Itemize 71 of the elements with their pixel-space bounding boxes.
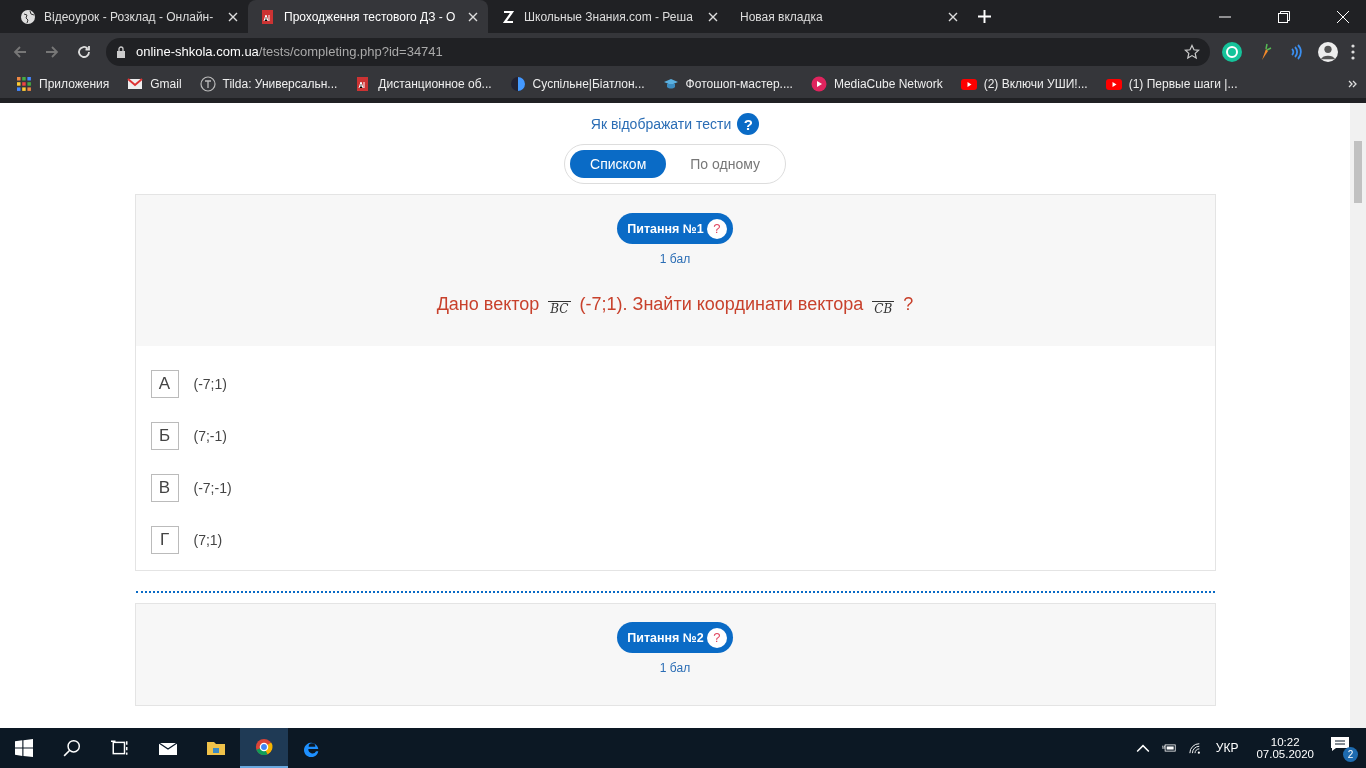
browser-tab[interactable]: Новая вкладка (728, 0, 968, 33)
view-mode-tab[interactable]: Списком (570, 150, 667, 178)
answer-text: (-7;1) (193, 376, 227, 392)
display-mode-label: Як відображати тести (590, 116, 732, 132)
question-text: Дано вектор $_{BC}$ (-7;1). Знайти координати вектора $_{CB}$ ? (436, 294, 914, 316)
reload-icon[interactable] (76, 43, 92, 60)
clock[interactable]: 10:22 07.05.2020 (1256, 736, 1314, 760)
answer-text: (7;-1) (193, 428, 227, 444)
question-number: Питання №2 (627, 630, 704, 645)
bookmark[interactable]: Фотошоп-мастер.... (662, 76, 793, 92)
chevron-up-icon[interactable] (1135, 742, 1150, 754)
play-icon (1105, 76, 1122, 92)
avatar-icon[interactable] (1318, 41, 1338, 62)
tab-title: Проходження тестового ДЗ - О (284, 9, 457, 24)
notification-count: 2 (1343, 747, 1358, 762)
question-number: Питання №1 (627, 221, 704, 236)
browser-tab[interactable]: Проходження тестового ДЗ - О (248, 0, 488, 33)
close-icon[interactable] (708, 11, 718, 22)
points-label: 1 бал (659, 661, 691, 675)
tab-title: Відеоурок - Розклад - Онлайн- (44, 9, 215, 24)
help-button[interactable]: ? (737, 113, 760, 135)
scrollbar[interactable] (1350, 103, 1366, 728)
letter-t-circle-icon (199, 76, 216, 92)
play-icon (960, 76, 977, 92)
new-tab-icon[interactable] (978, 10, 991, 23)
tab-title: Новая вкладка (740, 9, 824, 24)
half-circle-icon (509, 76, 526, 92)
bookmark[interactable]: Суспільне|Біатлон... (509, 76, 645, 92)
close-icon[interactable] (468, 11, 478, 22)
answer-text: (-7;-1) (193, 480, 232, 496)
close-window-icon[interactable] (1337, 10, 1349, 23)
battery-icon[interactable] (1161, 742, 1176, 754)
close-icon[interactable] (948, 11, 958, 22)
letter-z-icon (500, 8, 516, 25)
bookmark[interactable]: Gmail (127, 76, 182, 92)
tab-title: Школьные Знания.com - Реша (524, 9, 694, 24)
language-indicator[interactable]: УКР (1215, 741, 1239, 755)
star-icon[interactable] (1184, 43, 1200, 60)
answer-text: (7;1) (193, 532, 223, 548)
help-button[interactable]: ? (706, 627, 727, 648)
play-circle-icon (810, 76, 827, 92)
lock-icon (116, 45, 126, 58)
answer-option[interactable]: Г (150, 526, 179, 554)
browser-tab[interactable]: Школьные Знания.com - Реша (488, 0, 728, 33)
bookmark[interactable]: Tilda: Универсальн... (199, 76, 338, 92)
restore-icon[interactable] (1278, 10, 1290, 23)
browser-tab[interactable]: Відеоурок - Розклад - Онлайн- (8, 0, 248, 33)
bookmark[interactable]: MediaCube Network (810, 76, 943, 92)
forward-icon[interactable] (44, 43, 60, 60)
bookmark[interactable]: Дистанционное об... (355, 76, 492, 92)
address-field[interactable]: online-shkola.com.ua/tests/completing.php?id=34741 (106, 37, 1210, 66)
bookmark[interactable]: (2) Включи УШИ!... (960, 76, 1088, 92)
points-label: 1 бал (659, 252, 691, 266)
help-button[interactable]: ? (706, 218, 727, 239)
close-icon[interactable] (228, 11, 238, 22)
answer-option[interactable]: Б (150, 422, 179, 450)
envelope-icon (127, 76, 144, 92)
globe-icon (20, 8, 36, 25)
bookmark[interactable]: (1) Первые шаги |... (1105, 76, 1238, 92)
url-text: online-shkola.com.ua/tests/completing.php?id=34741 (136, 44, 444, 59)
back-icon[interactable] (12, 43, 28, 60)
wifi-icon[interactable] (1187, 742, 1202, 754)
answer-option[interactable]: А (150, 370, 179, 398)
bookmark[interactable]: Приложения (16, 76, 110, 92)
view-mode-tab[interactable]: По одному (670, 150, 780, 178)
apps-grid-icon (16, 76, 32, 92)
document-icon (260, 8, 276, 25)
chevron-icon[interactable] (1348, 79, 1358, 89)
grammarly-icon[interactable] (1222, 41, 1242, 62)
answer-option[interactable]: В (150, 474, 179, 502)
notification-icon[interactable] (1330, 736, 1350, 752)
